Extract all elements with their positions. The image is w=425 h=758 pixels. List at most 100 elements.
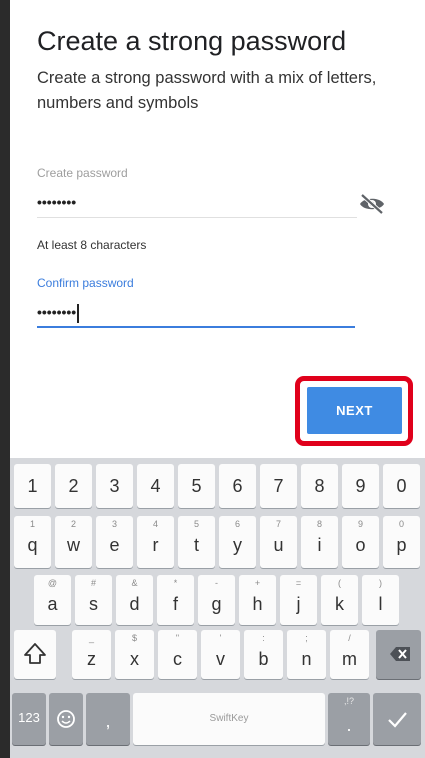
- key-s[interactable]: # s: [75, 575, 112, 625]
- key-6[interactable]: 6: [219, 464, 256, 508]
- key-c-label: c: [173, 649, 182, 669]
- key-u[interactable]: 7u: [260, 516, 297, 568]
- key-e[interactable]: 3e: [96, 516, 133, 568]
- key-j-hint: =: [295, 578, 302, 588]
- key-i-hint: 8: [316, 519, 322, 529]
- password-form: Create a strong password Create a strong…: [10, 0, 425, 458]
- key-w[interactable]: 2w: [55, 516, 92, 568]
- key-p-label: p: [396, 535, 407, 555]
- key-x-label: x: [130, 649, 139, 669]
- key-b[interactable]: :b: [244, 630, 283, 679]
- key-l[interactable]: ) l: [362, 575, 399, 625]
- key-2[interactable]: 2: [55, 464, 92, 508]
- eye-off-icon[interactable]: [358, 192, 386, 216]
- key-g-hint: -: [215, 578, 218, 588]
- key-h[interactable]: + h: [239, 575, 276, 625]
- key-s-hint: #: [90, 578, 96, 588]
- key-7[interactable]: 7: [260, 464, 297, 508]
- create-password-label: Create password: [37, 166, 128, 180]
- enter-key[interactable]: [373, 693, 421, 745]
- key-i[interactable]: 8i: [301, 516, 338, 568]
- key-p-hint: 0: [398, 519, 404, 529]
- comma-key-label: ,: [105, 711, 111, 731]
- key-6-label: 6: [232, 476, 243, 496]
- key-i-label: i: [317, 535, 322, 555]
- key-r[interactable]: 4r: [137, 516, 174, 568]
- key-t-hint: 5: [193, 519, 199, 529]
- key-q[interactable]: 1q: [14, 516, 51, 568]
- key-x-hint: $: [131, 633, 137, 643]
- key-r-label: r: [152, 535, 159, 555]
- key-j-label: j: [296, 594, 301, 614]
- key-5[interactable]: 5: [178, 464, 215, 508]
- comma-key[interactable]: ,: [86, 693, 130, 745]
- key-8[interactable]: 8: [301, 464, 338, 508]
- key-o-hint: 9: [357, 519, 363, 529]
- key-y-hint: 6: [234, 519, 240, 529]
- space-key[interactable]: SwiftKey: [133, 693, 325, 745]
- key-w-label: w: [67, 535, 80, 555]
- confirm-password-label: Confirm password: [37, 276, 134, 290]
- key-x[interactable]: $ x: [115, 630, 154, 679]
- key-z[interactable]: _ z: [72, 630, 111, 679]
- key-o[interactable]: 9o: [342, 516, 379, 568]
- key-d-hint: &: [131, 578, 138, 588]
- key-f[interactable]: * f: [157, 575, 194, 625]
- key-t[interactable]: 5t: [178, 516, 215, 568]
- key-5-label: 5: [191, 476, 202, 496]
- page-title: Create a strong password: [37, 26, 347, 56]
- create-password-field[interactable]: ••••••••: [37, 194, 76, 210]
- key-1[interactable]: 1: [14, 464, 51, 508]
- backspace-key[interactable]: [376, 630, 421, 679]
- page-subtitle: Create a strong password with a mix of l…: [37, 69, 377, 112]
- key-a[interactable]: @ a: [34, 575, 71, 625]
- key-7-label: 7: [273, 476, 284, 496]
- key-c[interactable]: " c: [158, 630, 197, 679]
- key-k[interactable]: (k: [321, 575, 358, 625]
- key-9[interactable]: 9: [342, 464, 379, 508]
- key-e-hint: 3: [111, 519, 117, 529]
- key-2-label: 2: [68, 476, 79, 496]
- smiley-icon: [57, 710, 75, 728]
- key-j[interactable]: = j: [280, 575, 317, 625]
- key-m[interactable]: / m: [330, 630, 369, 679]
- numbers-key[interactable]: 123: [12, 693, 46, 745]
- key-8-label: 8: [314, 476, 325, 496]
- key-d[interactable]: & d: [116, 575, 153, 625]
- key-z-hint: _: [88, 633, 94, 643]
- key-u-hint: 7: [275, 519, 281, 529]
- phone-screen: Create a strong password Create a strong…: [10, 0, 425, 758]
- key-v[interactable]: ' v: [201, 630, 240, 679]
- key-c-hint: ": [175, 633, 180, 643]
- emoji-key[interactable]: [49, 693, 83, 745]
- key-9-label: 9: [355, 476, 366, 496]
- checkmark-icon: [388, 712, 407, 728]
- period-key[interactable]: ,!? .: [328, 693, 370, 745]
- key-t-label: t: [193, 535, 199, 555]
- key-0[interactable]: 0: [383, 464, 420, 508]
- key-w-hint: 2: [70, 519, 76, 529]
- key-a-hint: @: [47, 578, 58, 588]
- key-u-label: u: [273, 535, 284, 555]
- key-z-label: z: [87, 649, 96, 669]
- key-n[interactable]: ; n: [287, 630, 326, 679]
- key-h-label: h: [252, 594, 263, 614]
- key-0-label: 0: [396, 476, 407, 496]
- keyboard: 1234567890 1q2w3e4r5t6y7u8i9o0p @ a # s & d * f…: [10, 458, 425, 758]
- text-cursor: [77, 304, 80, 323]
- key-3[interactable]: 3: [96, 464, 133, 508]
- key-g[interactable]: -g: [198, 575, 235, 625]
- next-button[interactable]: NEXT: [307, 387, 402, 434]
- period-key-label: .: [346, 715, 352, 735]
- key-y[interactable]: 6y: [219, 516, 256, 568]
- password-helper-text: At least 8 characters: [37, 238, 147, 252]
- confirm-password-field[interactable]: ••••••••: [37, 304, 80, 323]
- key-l-label: l: [378, 594, 383, 614]
- backspace-icon: [390, 647, 410, 661]
- key-b-label: b: [258, 649, 269, 669]
- key-4[interactable]: 4: [137, 464, 174, 508]
- key-d-label: d: [129, 594, 140, 614]
- shift-key[interactable]: [14, 630, 56, 679]
- period-key-hint: ,!?: [343, 696, 354, 706]
- key-p[interactable]: 0p: [383, 516, 420, 568]
